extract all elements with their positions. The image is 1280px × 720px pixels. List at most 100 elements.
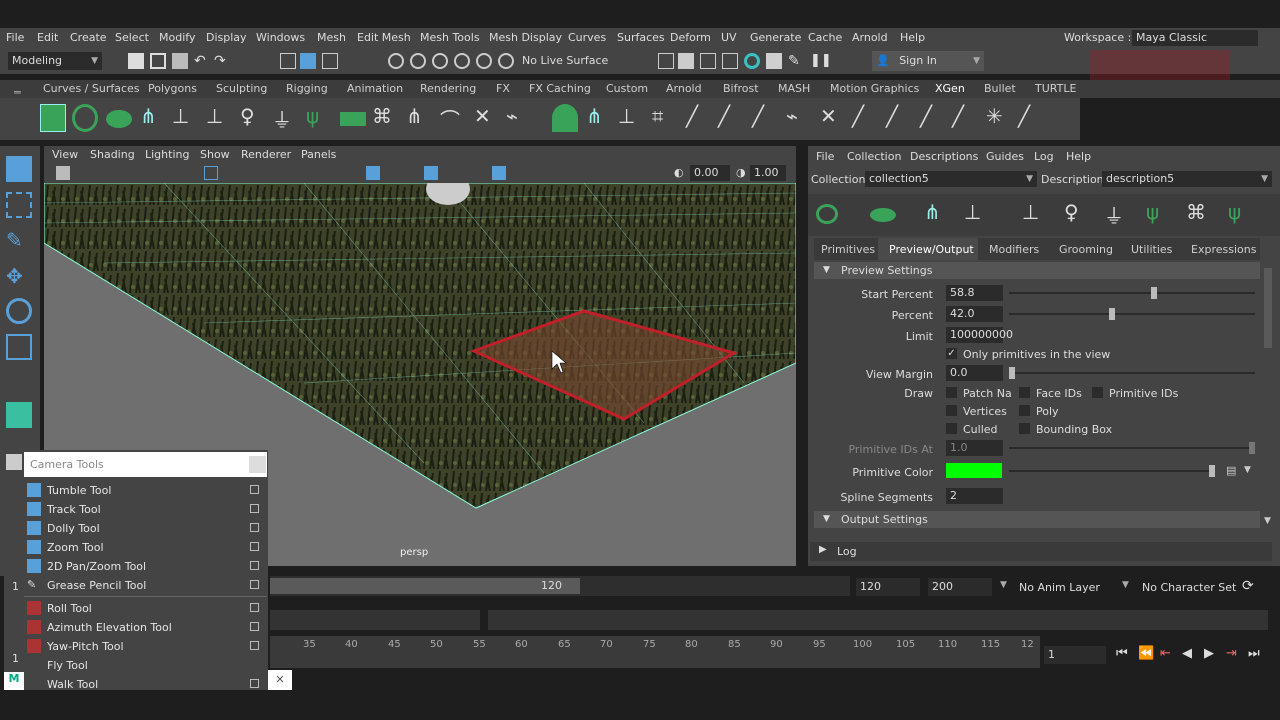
range-start-frame[interactable]: 1 [12,580,19,593]
option-box[interactable] [250,561,259,570]
play-forward-icon[interactable]: ▶ [1204,646,1214,661]
camera-tools-icon[interactable] [6,454,22,470]
groom-length-icon[interactable]: ╱ [686,104,712,132]
chevron-down-icon[interactable]: ▼ [1000,580,1007,590]
menu-display[interactable]: Display [206,31,247,44]
azimuth-elevation-tool-item[interactable]: Azimuth Elevation Tool [24,618,267,637]
xgen-menu-descriptions[interactable]: Descriptions [910,150,978,163]
snap-surface-icon[interactable] [476,53,492,69]
add-guide-icon[interactable]: ⊥ [964,200,981,224]
render-settings-icon[interactable] [722,53,738,69]
percent-slider-handle[interactable] [1109,308,1116,320]
sculpt-guide-icon[interactable]: ⊥ [1022,200,1039,224]
preview-settings-header[interactable]: ▼ Preview Settings [814,262,1260,279]
clump-icon[interactable]: ⌁ [506,104,532,132]
render-view-icon[interactable] [766,53,782,69]
primitive-color-slider[interactable] [1009,470,1215,472]
patch-names-checkbox[interactable] [946,387,957,398]
camera-icon[interactable] [56,166,70,180]
start-percent-field[interactable]: 58.8 [946,285,1003,301]
start-percent-slider-handle[interactable] [1150,287,1157,299]
place-guides-icon[interactable]: ⋔ [140,104,166,132]
snap-point-icon[interactable] [432,53,448,69]
range-slider-bar[interactable]: 120 [270,578,580,594]
tab-animation[interactable]: Animation [347,82,403,95]
mode-dropdown[interactable]: Modeling ▼ [8,52,102,70]
start-percent-slider[interactable] [1009,292,1255,294]
vp-menu-view[interactable]: View [52,148,78,161]
view-margin-field[interactable]: 0.0 [946,365,1003,381]
pencil-icon[interactable]: ✎ [788,53,804,69]
go-to-end-icon[interactable]: ⏭ [1248,646,1260,661]
primitive-ids-checkbox[interactable] [1092,387,1103,398]
lasso-tool-icon[interactable] [6,192,32,218]
rotate-tool-icon[interactable] [6,298,32,324]
next-key-icon[interactable]: ⇥ [1226,646,1237,661]
select-object-icon[interactable] [300,53,316,69]
hypershade-icon[interactable] [744,53,760,69]
groom-width-icon[interactable]: ╱ [718,104,744,132]
option-box[interactable] [250,679,259,688]
render-frame-icon[interactable] [678,53,694,69]
step-back-icon[interactable]: ⏪ [1138,646,1154,661]
tab-custom[interactable]: Custom [606,82,648,95]
menu-curves[interactable]: Curves [568,31,606,44]
panel-scrollbar[interactable] [1264,268,1272,348]
scale-tool-icon[interactable] [6,334,32,360]
create-primitive-icon[interactable] [106,110,132,128]
menu-mesh-tools[interactable]: Mesh Tools [420,31,480,44]
groom-freeze-icon[interactable]: ╱ [952,104,978,132]
menu-generate[interactable]: Generate [750,31,801,44]
vp-menu-lighting[interactable]: Lighting [145,148,189,161]
playback-end-field[interactable]: 120 [856,578,920,596]
description-dropdown[interactable]: description5 ▼ [1102,171,1272,187]
xgen-menu-guides[interactable]: Guides [986,150,1024,163]
groom-direction-icon[interactable]: ⌗ [652,104,678,132]
log-section-header[interactable]: ▶ Log [810,542,1272,561]
paint-select-tool-icon[interactable]: ✎ [6,228,32,254]
tab-primitives[interactable]: Primitives [821,243,875,256]
percent-field[interactable]: 42.0 [946,306,1003,322]
menu-cache[interactable]: Cache [808,31,842,44]
ipr-render-icon[interactable] [700,53,716,69]
option-box[interactable] [250,603,259,612]
tab-curves-surfaces[interactable]: Curves / Surfaces [43,82,140,95]
roll-tool-item[interactable]: Roll Tool [24,599,267,618]
add-guide-icon[interactable]: ⊥ [172,104,198,132]
comb-icon[interactable]: ⌒ [440,104,466,132]
save-scene-icon[interactable] [172,53,188,69]
tab-motion-graphics[interactable]: Motion Graphics [830,82,919,95]
menu-file[interactable]: File [6,31,24,44]
place-guides-icon[interactable]: ⋔ [924,200,941,224]
menu-uv[interactable]: UV [721,31,737,44]
option-box[interactable] [250,504,259,513]
culled-checkbox[interactable] [946,423,957,434]
auto-key-icon[interactable]: ⟳ [1242,578,1254,594]
tab-expressions[interactable]: Expressions [1191,243,1256,256]
face-ids-checkbox[interactable] [1019,387,1030,398]
menu-windows[interactable]: Windows [256,31,305,44]
snap-curve-icon[interactable] [410,53,426,69]
menu-surfaces[interactable]: Surfaces [617,31,665,44]
gamma-field[interactable]: 1.00 [750,165,786,181]
tab-mash[interactable]: MASH [778,82,810,95]
limit-field[interactable]: 100000000 [946,327,1013,343]
option-box[interactable] [250,542,259,551]
view-margin-slider-handle[interactable] [1009,367,1015,379]
option-box[interactable] [250,622,259,631]
menu-edit[interactable]: Edit [37,31,58,44]
anim-layer-dropdown[interactable]: No Anim Layer [1019,581,1100,594]
xgen-menu-help[interactable]: Help [1066,150,1091,163]
go-to-start-icon[interactable]: ⏮ [1116,646,1128,661]
sign-in-button[interactable]: 👤 Sign In ▼ [872,51,984,71]
output-settings-header[interactable]: ▼ Output Settings [814,511,1260,528]
menu-help[interactable]: Help [900,31,925,44]
grass-icon[interactable]: ψ [306,104,332,132]
groom-smooth-icon[interactable]: ╱ [752,104,778,132]
last-tool-icon[interactable] [6,402,32,428]
tab-rendering[interactable]: Rendering [420,82,476,95]
xgen-menu-file[interactable]: File [816,150,834,163]
command-line[interactable] [270,610,480,630]
groom-noise-icon[interactable]: ╱ [852,104,878,132]
snap-grid-icon[interactable] [388,53,404,69]
